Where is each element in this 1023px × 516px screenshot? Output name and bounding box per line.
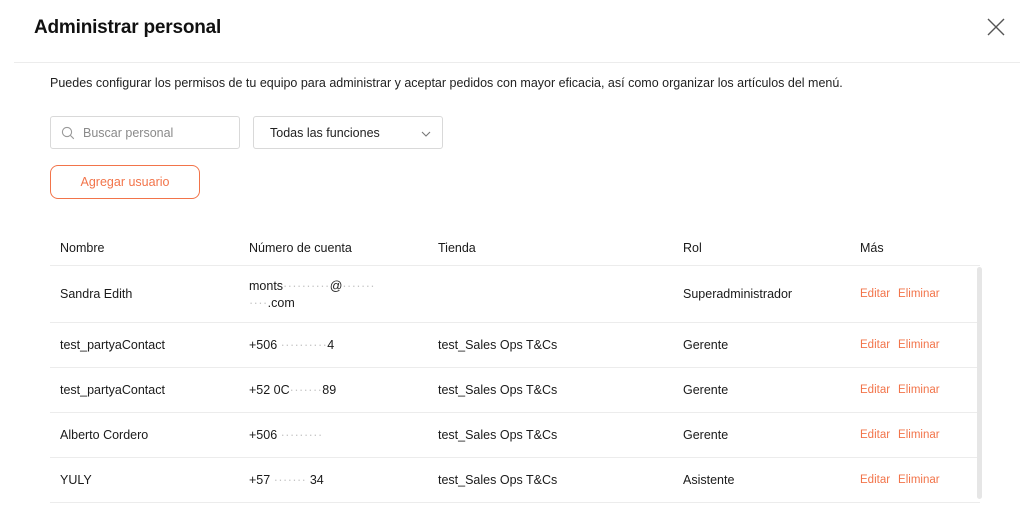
- row-role: Gerente: [683, 338, 729, 352]
- row-store: test_Sales Ops T&Cs: [438, 428, 558, 442]
- table-header: Nombre Número de cuenta Tienda Rol Más: [50, 228, 980, 266]
- row-name: Sandra Edith: [60, 287, 133, 301]
- search-box[interactable]: [50, 116, 240, 149]
- row-role: Superadministrador: [683, 287, 793, 301]
- delete-link[interactable]: Eliminar: [898, 474, 940, 486]
- add-user-button[interactable]: Agregar usuario: [50, 165, 200, 199]
- row-account: +57 ······· 34: [249, 473, 324, 487]
- row-actions: Editar Eliminar: [860, 339, 948, 351]
- staff-table: Nombre Número de cuenta Tienda Rol Más S…: [50, 228, 980, 503]
- row-account: +52 0C·······89: [249, 383, 337, 397]
- header-account: Número de cuenta: [249, 241, 352, 255]
- role-filter-select[interactable]: Todas las funciones: [253, 116, 443, 149]
- row-role: Gerente: [683, 428, 729, 442]
- row-actions: Editar Eliminar: [860, 474, 948, 486]
- row-store: test_Sales Ops T&Cs: [438, 473, 558, 487]
- delete-link[interactable]: Eliminar: [898, 288, 940, 300]
- table-scrollbar[interactable]: [977, 267, 982, 499]
- search-input[interactable]: [83, 125, 233, 140]
- row-role: Gerente: [683, 383, 729, 397]
- row-actions: Editar Eliminar: [860, 288, 948, 300]
- row-role: Asistente: [683, 473, 735, 487]
- close-icon: [987, 18, 1005, 36]
- edit-link[interactable]: Editar: [860, 429, 890, 441]
- table-row: YULY +57 ······· 34 test_Sales Ops T&Cs …: [50, 458, 980, 503]
- row-account: +506 ··········4: [249, 338, 335, 352]
- chevron-down-icon: [421, 131, 431, 137]
- role-filter-value: Todas las funciones: [270, 125, 380, 140]
- delete-link[interactable]: Eliminar: [898, 384, 940, 396]
- header-divider: [14, 62, 1020, 63]
- delete-link[interactable]: Eliminar: [898, 429, 940, 441]
- table-row: test_partyaContact +506 ··········4 test…: [50, 323, 980, 368]
- table-row: test_partyaContact +52 0C·······89 test_…: [50, 368, 980, 413]
- header-store: Tienda: [438, 241, 476, 255]
- edit-link[interactable]: Editar: [860, 288, 890, 300]
- row-store: test_Sales Ops T&Cs: [438, 383, 558, 397]
- header-more: Más: [860, 241, 884, 255]
- row-name: Alberto Cordero: [60, 428, 149, 442]
- edit-link[interactable]: Editar: [860, 339, 890, 351]
- table-row: Sandra Edith monts··········@······· ···…: [50, 266, 980, 323]
- row-name: test_partyaContact: [60, 383, 165, 397]
- delete-link[interactable]: Eliminar: [898, 339, 940, 351]
- table-row: Alberto Cordero +506 ········· test_Sale…: [50, 413, 980, 458]
- edit-link[interactable]: Editar: [860, 474, 890, 486]
- edit-link[interactable]: Editar: [860, 384, 890, 396]
- row-account: monts··········@······· ····.com: [249, 279, 376, 310]
- row-name: test_partyaContact: [60, 338, 165, 352]
- row-actions: Editar Eliminar: [860, 384, 948, 396]
- row-actions: Editar Eliminar: [860, 429, 948, 441]
- close-button[interactable]: [983, 14, 1009, 40]
- search-icon: [61, 126, 75, 139]
- dialog-description: Puedes configurar los permisos de tu equ…: [50, 76, 843, 90]
- row-account: +506 ·········: [249, 428, 323, 442]
- dialog-title: Administrar personal: [34, 17, 222, 38]
- header-name: Nombre: [60, 241, 105, 255]
- header-role: Rol: [683, 241, 702, 255]
- row-store: test_Sales Ops T&Cs: [438, 338, 558, 352]
- row-name: YULY: [60, 473, 92, 487]
